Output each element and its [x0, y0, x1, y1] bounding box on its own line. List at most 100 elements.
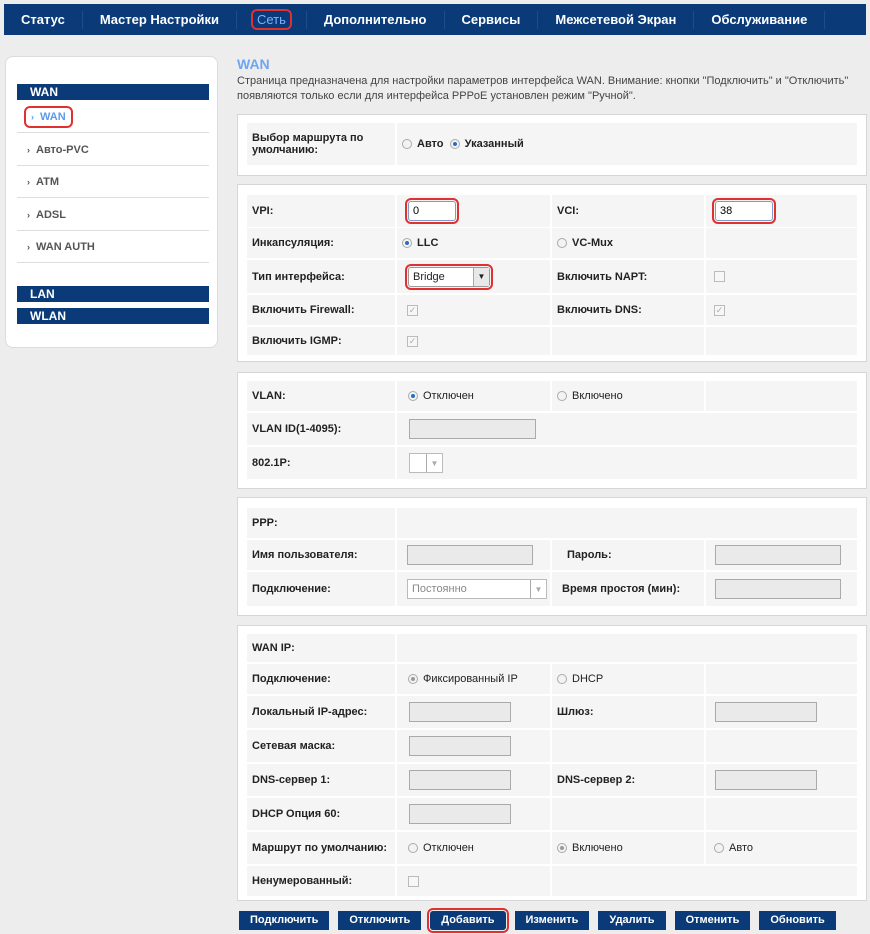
add-button[interactable]: Добавить	[427, 908, 509, 933]
default-route-label: Маршрут по умолчанию:	[247, 832, 397, 864]
chevron-down-icon: ▼	[530, 580, 546, 598]
firewall-checkbox[interactable]: ✓	[407, 304, 418, 316]
route-set-label: Указанный	[464, 138, 524, 150]
sidebar-item-wan-auth[interactable]: › WAN AUTH	[17, 231, 209, 263]
dns2-input[interactable]	[715, 770, 817, 790]
fixed-ip-label: Фиксированный IP	[423, 673, 518, 685]
netmask-input[interactable]	[409, 736, 511, 756]
nav-network[interactable]: Сеть	[237, 8, 307, 30]
igmp-label: Включить IGMP:	[247, 327, 397, 355]
idle-input[interactable]	[715, 579, 841, 599]
vpi-label: VPI:	[247, 195, 397, 227]
vlan-id-input[interactable]	[409, 419, 536, 439]
dr-auto-radio[interactable]	[714, 843, 724, 853]
wanip-conn-label: Подключение:	[247, 664, 397, 694]
chevron-right-icon: ›	[31, 112, 34, 122]
vci-input[interactable]	[712, 198, 776, 224]
local-ip-input[interactable]	[409, 702, 511, 722]
ppp-title: PPP:	[247, 508, 397, 538]
napt-checkbox[interactable]	[714, 271, 725, 282]
nav-advanced[interactable]: Дополнительно	[307, 10, 445, 29]
napt-label: Включить NAPT:	[552, 260, 706, 293]
vlan-id-label: VLAN ID(1-4095):	[247, 413, 397, 445]
chevron-right-icon: ›	[27, 242, 30, 252]
dr-off-radio[interactable]	[408, 843, 418, 853]
local-ip-label: Локальный IP-адрес:	[247, 696, 397, 728]
sidebar-item-wan[interactable]: › WAN	[17, 101, 209, 133]
dr-on-radio[interactable]	[557, 843, 567, 853]
dhcp-label: DHCP	[572, 673, 604, 685]
nav-services[interactable]: Сервисы	[445, 10, 539, 29]
8021p-label: 802.1P:	[247, 447, 397, 479]
nav-firewall[interactable]: Межсетевой Экран	[538, 10, 695, 29]
sidebar-item-auto-pvc[interactable]: › Авто-PVC	[17, 134, 209, 166]
sidebar-item-label: Авто-PVC	[36, 144, 89, 156]
sidebar: WAN › WAN › Авто-PVC › ATM › ADSL › WAN AUTH …	[5, 56, 218, 348]
dns1-input[interactable]	[409, 770, 511, 790]
sidebar-group-lan[interactable]: LAN	[17, 286, 209, 302]
ppp-conn-value: Постоянно	[412, 583, 467, 595]
refresh-button[interactable]: Обновить	[759, 911, 836, 930]
disconnect-button[interactable]: Отключить	[338, 911, 422, 930]
fixed-ip-radio[interactable]	[408, 674, 418, 684]
route-label: Выбор маршрута по умолчанию:	[247, 123, 397, 165]
nav-maintenance[interactable]: Обслуживание	[694, 10, 826, 29]
cancel-button[interactable]: Отменить	[674, 911, 751, 930]
vlan-section: VLAN: Отключен Включено VLAN ID(1-4095):…	[237, 372, 867, 489]
gateway-label: Шлюз:	[552, 696, 706, 728]
gateway-input[interactable]	[715, 702, 817, 722]
dhcp-opt60-label: DHCP Опция 60:	[247, 798, 397, 830]
password-input[interactable]	[715, 545, 841, 565]
dns-checkbox[interactable]: ✓	[714, 304, 725, 316]
idle-label: Время простоя (мин):	[552, 572, 706, 606]
chevron-down-icon: ▼	[473, 267, 489, 286]
ppp-conn-label: Подключение:	[247, 572, 397, 606]
sidebar-item-atm[interactable]: › ATM	[17, 166, 209, 198]
page-description: Страница предназначена для настройки пар…	[237, 75, 849, 102]
iftype-label: Тип интерфейса:	[247, 260, 397, 293]
chevron-right-icon: ›	[27, 177, 30, 187]
dhcp-opt60-input[interactable]	[409, 804, 511, 824]
8021p-select[interactable]: ▼	[409, 453, 443, 473]
dhcp-radio[interactable]	[557, 674, 567, 684]
sidebar-group-wlan[interactable]: WLAN	[17, 308, 209, 324]
vlan-on-radio[interactable]	[557, 391, 567, 401]
vci-label: VCI:	[552, 195, 706, 227]
nav-status[interactable]: Статус	[4, 10, 83, 29]
igmp-checkbox[interactable]: ✓	[407, 335, 418, 347]
delete-button[interactable]: Удалить	[598, 911, 666, 930]
top-nav: Статус Мастер Настройки Сеть Дополнитель…	[4, 4, 866, 35]
route-set-radio[interactable]	[449, 139, 460, 149]
wanip-title: WAN IP:	[247, 634, 397, 662]
route-section: Выбор маршрута по умолчанию: Авто Указан…	[237, 114, 867, 176]
unnumbered-checkbox[interactable]	[408, 875, 419, 887]
dr-off-label: Отключен	[423, 842, 474, 854]
username-input[interactable]	[407, 545, 533, 565]
route-auto-radio[interactable]	[402, 139, 412, 149]
connect-button[interactable]: Подключить	[239, 911, 330, 930]
vcmux-radio[interactable]	[557, 238, 567, 248]
llc-label: LLC	[417, 237, 439, 249]
vlan-off-label: Отключен	[423, 390, 474, 402]
vlan-label: VLAN:	[247, 381, 397, 411]
vpi-input[interactable]	[405, 198, 459, 224]
iftype-select[interactable]: Bridge ▼	[405, 263, 493, 290]
nav-wizard[interactable]: Мастер Настройки	[83, 10, 237, 29]
sidebar-item-adsl[interactable]: › ADSL	[17, 199, 209, 231]
vlan-off-radio[interactable]	[408, 391, 418, 401]
route-auto-label: Авто	[417, 138, 444, 150]
chevron-right-icon: ›	[27, 145, 30, 155]
encap-label: Инкапсуляция:	[247, 228, 397, 258]
unnumbered-label: Ненумерованный:	[247, 866, 397, 896]
llc-radio[interactable]	[402, 238, 412, 248]
chevron-down-icon: ▼	[426, 454, 442, 472]
dns2-label: DNS-сервер 2:	[552, 764, 706, 796]
dr-auto-label: Авто	[729, 842, 753, 854]
dns-label: Включить DNS:	[552, 295, 706, 325]
dr-on-label: Включено	[572, 842, 623, 854]
sidebar-group-wan[interactable]: WAN	[17, 84, 209, 100]
chevron-right-icon: ›	[27, 210, 30, 220]
nav-network-label: Сеть	[251, 8, 292, 30]
edit-button[interactable]: Изменить	[514, 911, 590, 930]
ppp-conn-select[interactable]: Постоянно ▼	[407, 579, 547, 599]
